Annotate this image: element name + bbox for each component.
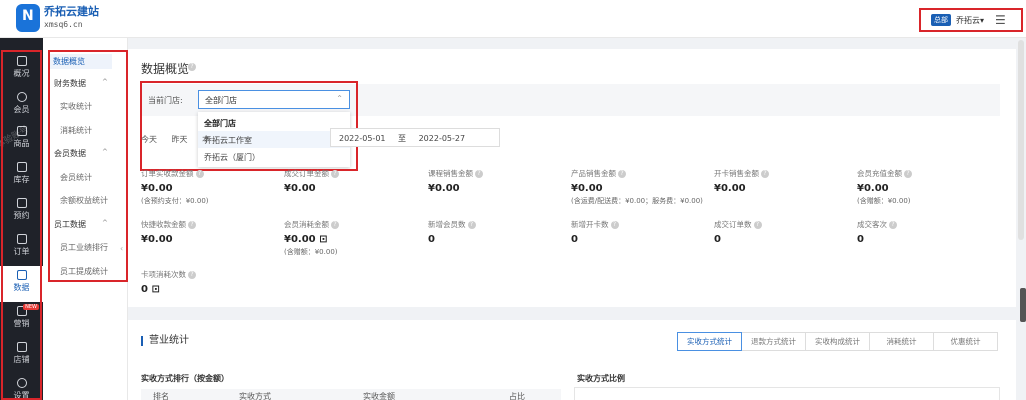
quick-date-filters: 今天 昨天 本 [141, 134, 222, 145]
metric-value: 0 [857, 234, 864, 245]
metric-card: 会员充值金额? ¥0.00 (含赠额：¥0.00) [857, 169, 912, 205]
business-tabs: 实收方式统计 退款方式统计 实收构成统计 消耗统计 优惠统计 [677, 332, 998, 351]
metric-note: (含预约支付：¥0.00) [141, 197, 209, 205]
metric-card: 开卡销售金额? ¥0.00 [714, 168, 769, 194]
metric-value: ¥0.00 [141, 183, 173, 194]
metric-value: ¥0.00 [571, 183, 603, 194]
help-icon[interactable]: ? [188, 271, 196, 279]
tab-consumption[interactable]: 消耗统计 [869, 332, 934, 351]
top-header: 乔拓云建站 xmsq6.cn 总部 乔拓云▾ ☰ [0, 0, 1026, 38]
metric-card: 新增会员数? 0 [428, 219, 476, 245]
submenu-highlight-box [48, 50, 128, 282]
page-scrollbar[interactable] [1018, 40, 1024, 240]
help-icon[interactable]: ? [467, 221, 476, 229]
metric-value: ¥0.00 [284, 183, 316, 194]
date-end: 2022-05-27 [418, 134, 466, 143]
help-icon[interactable]: ? [618, 170, 626, 178]
date-separator: 至 [398, 134, 407, 143]
metric-value: ¥0.00 [428, 183, 460, 194]
brand-logo[interactable]: 乔拓云建站 xmsq6.cn [16, 4, 99, 32]
logo-icon [16, 4, 40, 32]
metric-card: 成交订单金额? ¥0.00 [284, 168, 339, 194]
metric-card: 订单实收款金额? ¥0.00 (含预约支付：¥0.00) [141, 169, 209, 205]
column-header: 实收方式 [239, 392, 271, 400]
brand-name: 乔拓云建站 [44, 5, 99, 18]
account-area: 总部 乔拓云▾ ☰ [919, 8, 1023, 32]
help-icon[interactable]: ? [889, 221, 897, 229]
filter-highlight-box [140, 81, 358, 171]
metric-card: 产品销售金额? ¥0.00 (含运费/配送费：¥0.00；服务费：¥0.00) [571, 169, 703, 205]
help-icon[interactable]: ? [904, 170, 912, 178]
account-dropdown[interactable]: 乔拓云▾ [956, 15, 984, 26]
date-start: 2022-05-01 [339, 134, 386, 143]
help-icon[interactable]: ? [610, 221, 619, 229]
metric-card: 成交客次? 0 [857, 219, 897, 245]
metric-note: (含赠额：¥0.00) [284, 248, 338, 256]
metric-note: (含运费/配送费：¥0.00；服务费：¥0.00) [571, 197, 703, 205]
metric-card: 成交订单数? 0 [714, 219, 762, 245]
tab-revenue-method[interactable]: 实收方式统计 [677, 332, 742, 351]
metric-card: 新增开卡数? 0 [571, 219, 619, 245]
metric-value: 0 [428, 234, 435, 245]
metric-card: 课程销售金额? ¥0.00 [428, 168, 483, 194]
metric-value: 0 [571, 234, 578, 245]
column-header: 排名 [153, 392, 169, 400]
help-icon[interactable]: ? [331, 170, 339, 178]
metric-value: ¥0.00 ⊡ [284, 234, 328, 245]
help-icon[interactable]: ? [761, 170, 769, 178]
column-header: 实收金额 [363, 392, 395, 400]
help-icon[interactable]: ? [331, 221, 339, 229]
help-icon[interactable]: ? [188, 63, 196, 71]
metric-value: 0 [714, 234, 721, 245]
help-icon[interactable]: ? [195, 170, 204, 178]
date-filter-month[interactable]: 本 [202, 135, 210, 144]
metric-value: ¥0.00 [714, 183, 746, 194]
date-range-picker[interactable]: 2022-05-01 至 2022-05-27 [330, 128, 500, 147]
ranking-table-header: 排名 实收方式 实收金额 占比 [141, 389, 561, 400]
metric-card: 会员消耗金额? ¥0.00 ⊡ (含赠额：¥0.00) [284, 220, 339, 256]
tab-refund-method[interactable]: 退款方式统计 [741, 332, 806, 351]
metric-note: (含赠额：¥0.00) [857, 197, 911, 205]
metric-value: ¥0.00 [141, 234, 173, 245]
help-icon[interactable]: ? [475, 170, 483, 178]
date-filter-today[interactable]: 今天 [141, 135, 157, 144]
section-title: 营业统计 [141, 336, 189, 346]
help-icon[interactable]: ? [753, 221, 762, 229]
metric-card: 快捷收款金额? ¥0.00 [141, 219, 196, 245]
date-filter-yesterday[interactable]: 昨天 [172, 135, 188, 144]
page-title: 数据概览 [141, 62, 190, 76]
ratio-title: 实收方式比例 [577, 374, 625, 383]
metric-card: 卡项消耗次数? 0 ⊡ [141, 269, 196, 295]
ranking-title: 实收方式排行（按金额） [141, 374, 229, 383]
hamburger-icon[interactable]: ☰ [995, 13, 1006, 27]
help-icon[interactable]: ? [188, 221, 196, 229]
side-drawer-handle[interactable] [1020, 288, 1026, 322]
ratio-chart-area [574, 387, 1000, 400]
brand-domain: xmsq6.cn [44, 20, 83, 29]
tab-discount[interactable]: 优惠统计 [933, 332, 998, 351]
sidebar-highlight-box [1, 50, 42, 400]
metric-value: 0 ⊡ [141, 284, 160, 295]
store-type-badge: 总部 [931, 14, 951, 26]
metric-value: ¥0.00 [857, 183, 889, 194]
column-header: 占比 [509, 392, 525, 400]
tab-revenue-composition[interactable]: 实收构成统计 [805, 332, 870, 351]
